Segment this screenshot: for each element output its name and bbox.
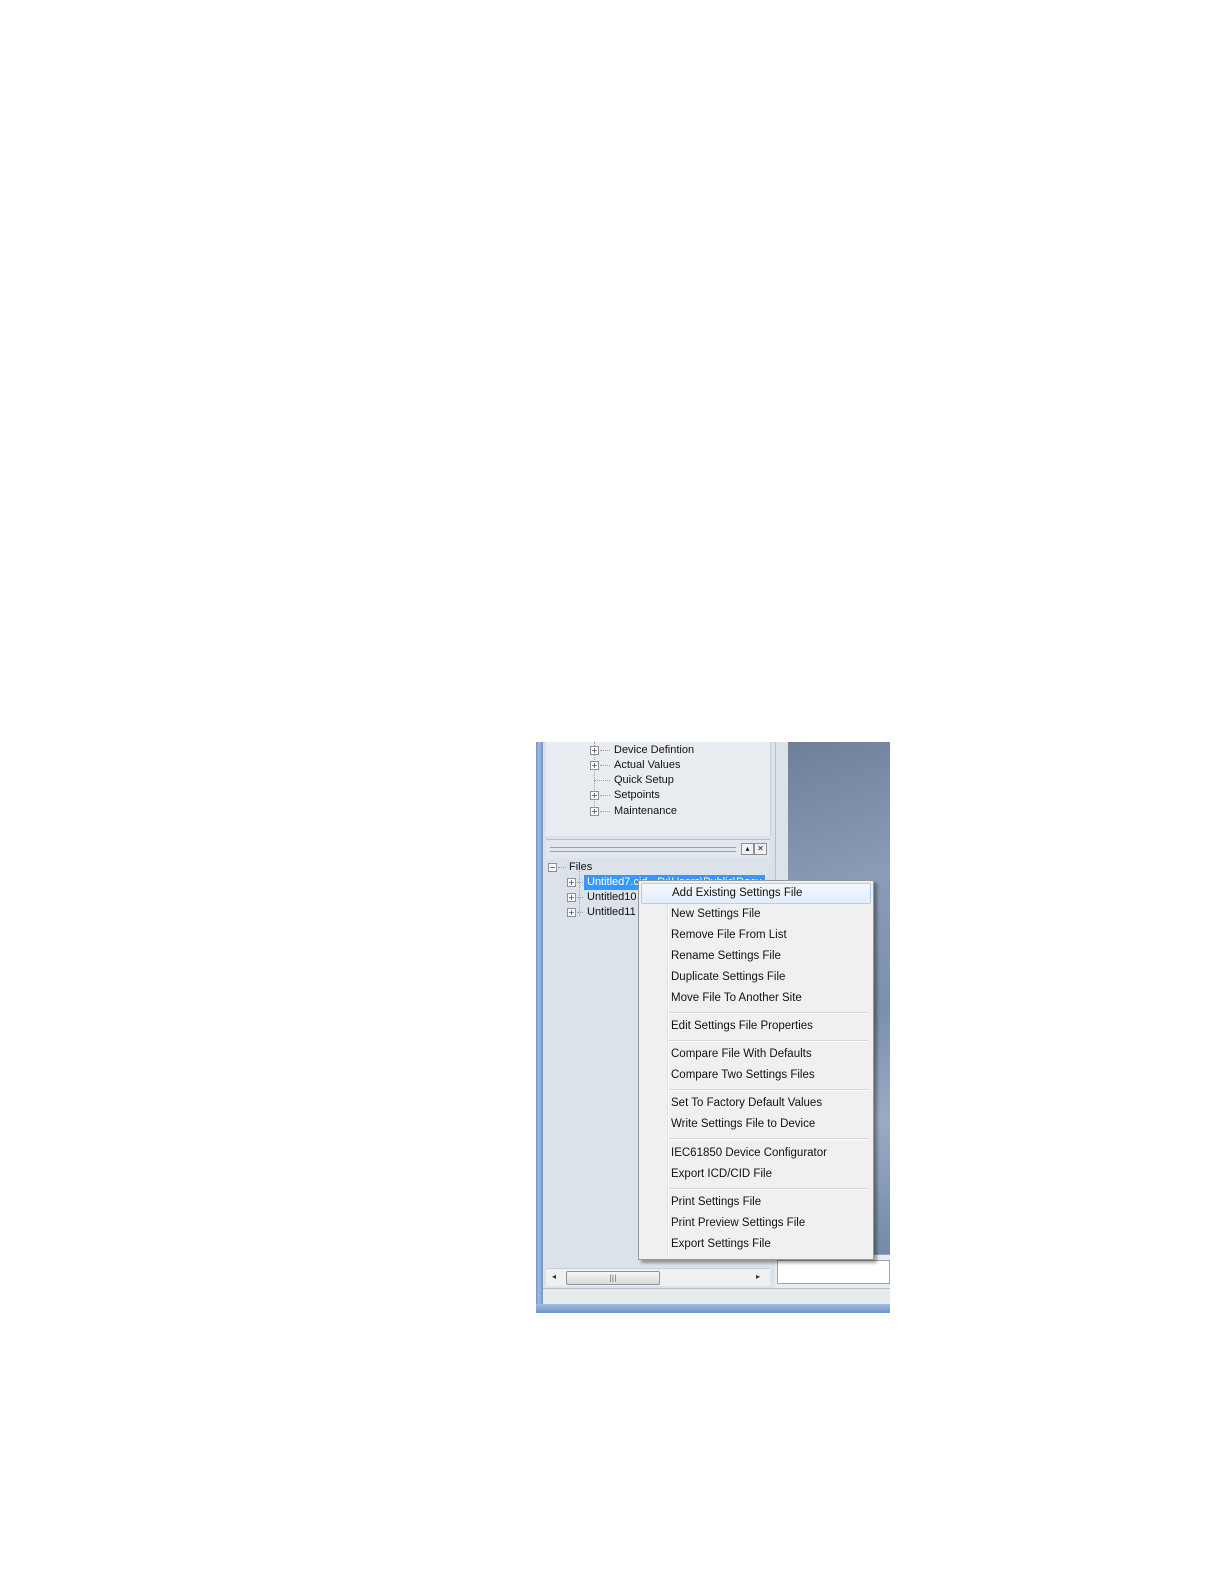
tree-item-label: Maintenance bbox=[614, 805, 677, 817]
menu-item-iec61850-device-configurator[interactable]: IEC61850 Device Configurator bbox=[641, 1143, 869, 1164]
pin-icon[interactable]: ▴ bbox=[741, 843, 754, 855]
grip-icon: ||| bbox=[609, 1274, 617, 1282]
expand-icon[interactable]: + bbox=[567, 878, 576, 887]
expand-icon[interactable]: + bbox=[590, 807, 599, 816]
tree-item-label: Setpoints bbox=[614, 789, 660, 801]
file-context-menu: Add Existing Settings File New Settings … bbox=[638, 880, 874, 1260]
menu-separator bbox=[669, 1138, 869, 1140]
menu-item-export-settings-file[interactable]: Export Settings File bbox=[641, 1234, 869, 1255]
window-bottom-border bbox=[536, 1304, 890, 1313]
tree-item-label: Actual Values bbox=[614, 759, 681, 771]
menu-item-export-icd-cid-file[interactable]: Export ICD/CID File bbox=[641, 1164, 869, 1185]
splitter-grip[interactable] bbox=[550, 847, 736, 852]
close-icon[interactable]: ✕ bbox=[754, 843, 767, 855]
menu-separator bbox=[669, 1089, 869, 1091]
menu-separator bbox=[669, 1012, 869, 1014]
file-item-label: Untitled11 bbox=[587, 906, 636, 918]
expand-icon[interactable]: + bbox=[567, 893, 576, 902]
menu-item-compare-file-with-defaults[interactable]: Compare File With Defaults bbox=[641, 1044, 869, 1065]
expand-icon[interactable]: + bbox=[590, 746, 599, 755]
tree-guide-line bbox=[579, 871, 580, 916]
output-area bbox=[777, 1260, 890, 1284]
collapse-icon[interactable]: − bbox=[548, 863, 557, 872]
menu-item-compare-two-settings-files[interactable]: Compare Two Settings Files bbox=[641, 1065, 869, 1086]
scroll-left-icon[interactable]: ◂ bbox=[548, 1271, 560, 1283]
menu-item-remove-file-from-list[interactable]: Remove File From List bbox=[641, 925, 869, 946]
menu-item-write-settings-file-to-device[interactable]: Write Settings File to Device bbox=[641, 1114, 869, 1135]
file-item-label: Untitled10 bbox=[587, 891, 637, 903]
menu-separator bbox=[669, 1040, 869, 1042]
window-left-border bbox=[536, 742, 543, 1313]
menu-item-add-existing-settings-file[interactable]: Add Existing Settings File bbox=[641, 883, 871, 904]
menu-item-print-preview-settings-file[interactable]: Print Preview Settings File bbox=[641, 1213, 869, 1234]
device-tree-panel: + Device Defintion + Actual Values Quick… bbox=[546, 742, 771, 836]
menu-item-edit-settings-file-properties[interactable]: Edit Settings File Properties bbox=[641, 1016, 869, 1037]
menu-item-new-settings-file[interactable]: New Settings File bbox=[641, 904, 869, 925]
horizontal-scrollbar[interactable]: ◂ ||| ▸ bbox=[546, 1268, 770, 1286]
tree-item-label: Files bbox=[569, 861, 593, 873]
menu-item-set-to-factory-default-values[interactable]: Set To Factory Default Values bbox=[641, 1093, 869, 1114]
tree-item-label: Device Defintion bbox=[614, 744, 695, 756]
panel-splitter[interactable]: ▴ ✕ bbox=[546, 839, 770, 859]
menu-item-duplicate-settings-file[interactable]: Duplicate Settings File bbox=[641, 967, 869, 988]
expand-icon[interactable]: + bbox=[567, 908, 576, 917]
scrollbar-thumb[interactable]: ||| bbox=[566, 1271, 660, 1285]
menu-item-rename-settings-file[interactable]: Rename Settings File bbox=[641, 946, 869, 967]
menu-item-move-file-to-another-site[interactable]: Move File To Another Site bbox=[641, 988, 869, 1009]
menu-item-print-settings-file[interactable]: Print Settings File bbox=[641, 1192, 869, 1213]
expand-icon[interactable]: + bbox=[590, 791, 599, 800]
status-bar bbox=[543, 1288, 890, 1305]
scroll-right-icon[interactable]: ▸ bbox=[752, 1271, 764, 1283]
tree-item-label: Quick Setup bbox=[614, 774, 674, 786]
expand-icon[interactable]: + bbox=[590, 761, 599, 770]
menu-separator bbox=[669, 1188, 869, 1190]
